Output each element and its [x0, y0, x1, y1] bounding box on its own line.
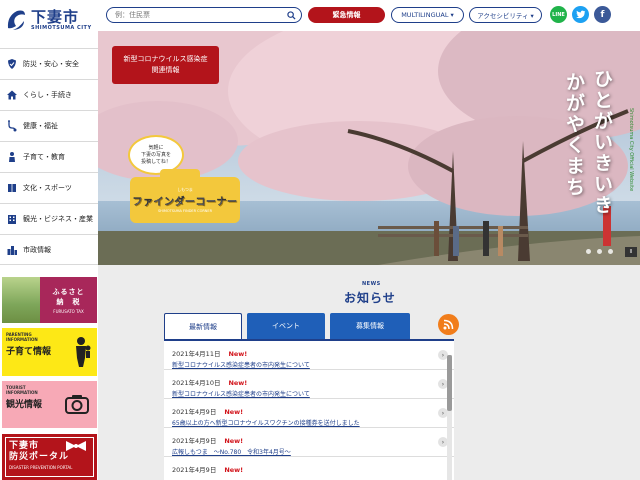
news-item: 2021年4月9日 New! — [164, 457, 454, 480]
new-badge: New! — [228, 350, 248, 358]
accessibility-button[interactable]: アクセシビリティ ▾ — [469, 7, 542, 23]
covid-subtitle: 関連情報 — [151, 66, 180, 74]
news-date: 2021年4月11日 — [172, 350, 221, 358]
tourist-info-banner[interactable]: TOURIST INFORMATION 観光情報 — [2, 381, 97, 428]
new-badge: New! — [228, 379, 248, 387]
rss-icon[interactable] — [438, 314, 459, 335]
banner-subtitle: FURUSATO TAX — [53, 308, 84, 314]
shield-icon — [5, 57, 19, 71]
sidebar-item-label: 子育て・教育 — [23, 153, 65, 161]
site-tagline: Shimotsuma City Official Website — [628, 108, 634, 192]
childcare-info-banner[interactable]: PARENTING INFORMATION 子育て情報 — [2, 328, 97, 376]
pause-button[interactable]: II — [625, 247, 637, 257]
covid-title: 新型コロナウイルス感染症 — [123, 55, 208, 63]
banner-title: 納 税 — [56, 297, 81, 306]
sidebar-item-label: 観光・ビジネス・産業 — [23, 215, 93, 223]
news-item: 2021年4月10日 New! 新型コロナウイルス感染症患者の市内発生について › — [164, 370, 454, 399]
search-icon[interactable] — [287, 11, 296, 20]
catchphrase: かがやくまち — [563, 72, 585, 198]
tab-latest[interactable]: 最新情報 — [164, 313, 242, 339]
banner-title: 防災ポータル — [9, 452, 70, 462]
sidebar-item-safety[interactable]: 防災・安心・安全 — [0, 48, 98, 79]
furusato-tax-banner[interactable]: ふるさと 納 税 FURUSATO TAX — [2, 277, 97, 323]
slide-dot[interactable] — [608, 249, 613, 254]
banner-title: ふるさと — [52, 287, 85, 296]
slide-dot[interactable] — [586, 249, 591, 254]
finder-corner-button[interactable]: 気軽に 下妻の写真を 投稿してね！ しもつま ファインダーコーナー SHIMOT… — [110, 131, 245, 231]
book-icon — [5, 181, 19, 195]
city-icon — [5, 243, 19, 257]
logo-english: SHIMOTSUMA CITY — [31, 25, 92, 31]
site-logo[interactable]: 下妻市 SHIMOTSUMA CITY — [0, 0, 100, 40]
parent-child-icon — [76, 337, 91, 367]
landscape-image — [2, 277, 40, 323]
new-badge: New! — [224, 466, 244, 474]
tab-recruitment[interactable]: 募集情報 — [330, 313, 410, 339]
bubble-text: 気軽に — [148, 144, 164, 151]
news-date: 2021年4月9日 — [172, 466, 217, 474]
news-date: 2021年4月9日 — [172, 408, 217, 416]
news-item: 2021年4月11日 New! 新型コロナウイルス感染症患者の市内発生について › — [164, 341, 454, 370]
bubble-text: 下妻の写真を — [140, 151, 171, 158]
finder-english: SHIMOTSUMA FINDER CORNER — [157, 209, 213, 213]
city-emblem-icon — [5, 8, 27, 32]
sidebar-item-label: 文化・スポーツ — [23, 184, 72, 192]
section-label: NEWS — [362, 281, 381, 287]
sidebar-item-label: 防災・安心・安全 — [23, 60, 79, 68]
sidebar-item-label: くらし・手続き — [23, 91, 72, 99]
covid-info-button[interactable]: 新型コロナウイルス感染症 関連情報 — [112, 46, 219, 84]
twitter-icon[interactable] — [572, 6, 589, 23]
sidebar-item-government[interactable]: 市政情報 — [0, 234, 98, 265]
search-box — [106, 7, 302, 23]
news-item: 2021年4月9日 New! 広報しもつま ～No.780 令和3年4月号～ › — [164, 428, 454, 457]
news-link[interactable]: 広報しもつま ～No.780 令和3年4月号～ — [172, 447, 454, 456]
logo-name: 下妻市 — [31, 8, 80, 26]
news-link[interactable]: 新型コロナウイルス感染症患者の市内発生について — [172, 360, 454, 369]
sidebar-item-label: 市政情報 — [23, 245, 51, 254]
scrollbar-thumb[interactable] — [447, 355, 452, 411]
child-icon — [5, 150, 19, 164]
sidebar-item-childcare[interactable]: 子育て・教育 — [0, 141, 98, 172]
sidebar-item-culture[interactable]: 文化・スポーツ — [0, 172, 98, 203]
news-date: 2021年4月9日 — [172, 437, 217, 445]
bubble-text: 投稿してね！ — [141, 158, 171, 165]
hero-slideshow: 新型コロナウイルス感染症 関連情報 気軽に 下妻の写真を 投稿してね！ しもつま… — [98, 31, 640, 265]
sidebar-nav: 防災・安心・安全 くらし・手続き 健康・福祉 子育て・教育 文化・スポーツ 観光… — [0, 48, 98, 265]
stethoscope-icon — [5, 119, 19, 133]
news-item: 2021年4月9日 New! 65歳以上の方へ新型コロナウイルスワクチンの接種券を… — [164, 399, 454, 428]
finder-title: ファインダーコーナー — [132, 197, 238, 208]
tab-events[interactable]: イベント — [247, 313, 325, 339]
news-date: 2021年4月10日 — [172, 379, 221, 387]
section-title: お知らせ — [344, 291, 396, 305]
catchphrase: ひとがいきいき — [591, 69, 613, 216]
house-icon — [5, 88, 19, 102]
language-button[interactable]: MULTILINGUAL ▾ — [391, 7, 464, 23]
news-section: NEWS お知らせ 最新情報 イベント 募集情報 2021年4月11日 New! … — [98, 265, 640, 480]
disaster-portal-banner[interactable]: 下妻市 防災ポータル DISASTER PREVENTION PORTAL — [2, 434, 97, 480]
facebook-icon[interactable]: f — [594, 6, 611, 23]
sidebar-item-label: 健康・福祉 — [23, 122, 58, 130]
news-link[interactable]: 新型コロナウイルス感染症患者の市内発生について — [172, 389, 454, 398]
sidebar-item-health[interactable]: 健康・福祉 — [0, 110, 98, 141]
building-icon — [5, 212, 19, 226]
slide-indicators — [586, 249, 613, 254]
sidebar-item-tourism[interactable]: 観光・ビジネス・産業 — [0, 203, 98, 234]
banner-subtitle: DISASTER PREVENTION PORTAL — [9, 465, 73, 470]
news-scrollbar[interactable] — [447, 355, 452, 480]
news-list: 2021年4月11日 New! 新型コロナウイルス感染症患者の市内発生について ›… — [164, 339, 454, 480]
sidebar-item-living[interactable]: くらし・手続き — [0, 79, 98, 110]
emergency-info-button[interactable]: 緊急情報 — [308, 7, 385, 23]
ribbon-icon — [66, 441, 86, 451]
search-input[interactable] — [115, 11, 283, 19]
camera-icon: しもつま ファインダーコーナー SHIMOTSUMA FINDER CORNER — [130, 177, 240, 223]
news-link[interactable]: 65歳以上の方へ新型コロナウイルスワクチンの接種券を送付しました — [172, 418, 454, 427]
camera-icon — [65, 395, 89, 414]
slide-dot[interactable] — [597, 249, 602, 254]
line-icon[interactable]: LINE — [550, 6, 567, 23]
new-badge: New! — [224, 437, 244, 445]
new-badge: New! — [224, 408, 244, 416]
